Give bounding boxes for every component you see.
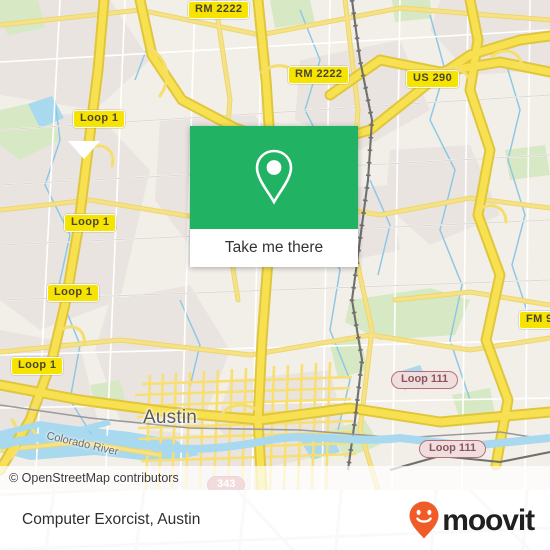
road-shield-rm2222-mid[interactable]: RM 2222 — [288, 66, 350, 84]
moovit-smiley-pin-icon — [409, 501, 439, 539]
map-canvas[interactable]: RM 2222 RM 2222 US 290 Loop 1 Loop 1 Loo… — [0, 0, 550, 490]
road-pill-loop111-a[interactable]: Loop 111 — [391, 371, 459, 389]
moovit-map-screenshot: RM 2222 RM 2222 US 290 Loop 1 Loop 1 Loo… — [0, 0, 550, 550]
road-shield-loop1-a[interactable]: Loop 1 — [73, 110, 126, 128]
map-pin-icon — [255, 149, 293, 205]
road-shield-loop1-d[interactable]: Loop 1 — [11, 357, 64, 375]
city-label-austin: Austin — [143, 407, 198, 428]
moovit-wordmark: moovit — [442, 504, 535, 537]
road-shield-rm2222-top[interactable]: RM 2222 — [188, 1, 250, 19]
page-title: Computer Exorcist, Austin — [22, 490, 200, 550]
road-shield-fm969[interactable]: FM 96 — [519, 311, 550, 329]
road-shield-loop1-c[interactable]: Loop 1 — [47, 284, 100, 302]
moovit-logo[interactable]: moovit — [407, 490, 535, 550]
take-me-there-label: Take me there — [224, 239, 324, 256]
road-pill-loop111-b[interactable]: Loop 111 — [419, 440, 487, 458]
map-attribution-bar: © OpenStreetMap contributors — [0, 466, 550, 490]
footer-title-text: Computer Exorcist, Austin — [22, 511, 201, 528]
road-shield-loop1-b[interactable]: Loop 1 — [64, 214, 117, 232]
popup-marker-area — [190, 126, 358, 229]
take-me-there-button[interactable]: Take me there — [190, 229, 358, 267]
road-shield-us290[interactable]: US 290 — [406, 70, 460, 88]
location-popup-card[interactable]: Take me there — [190, 126, 358, 267]
popup-pointer-tail — [68, 141, 100, 159]
footer-bar: Computer Exorcist, Austin moovit — [0, 490, 550, 550]
attribution-text[interactable]: © OpenStreetMap contributors — [0, 471, 179, 485]
